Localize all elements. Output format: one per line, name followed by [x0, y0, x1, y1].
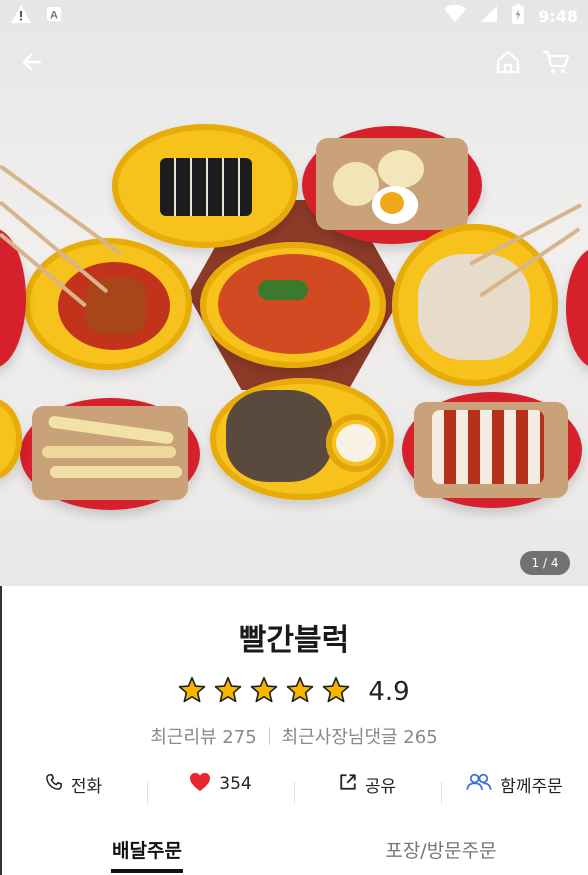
- store-name: 빨간블럭: [238, 623, 350, 658]
- tab-delivery-label: 배달주문: [112, 840, 182, 862]
- star-icon: [214, 676, 242, 708]
- phone-icon: [45, 773, 63, 796]
- star-icon: [250, 676, 278, 708]
- signal-icon: [480, 5, 498, 27]
- warning-icon: [10, 4, 32, 28]
- star-icon: [286, 676, 314, 708]
- tab-pickup[interactable]: 포장/방문주문: [294, 820, 588, 875]
- rating-row: 4.9: [0, 672, 588, 712]
- back-arrow-icon: [20, 50, 44, 78]
- star-icon: [322, 676, 350, 708]
- back-button[interactable]: [12, 44, 52, 84]
- image-page-counter: 1 / 4: [520, 551, 570, 575]
- action-bar: 전화 354 공유 함께주문: [0, 762, 588, 806]
- home-icon: [495, 49, 521, 79]
- divider: [268, 727, 270, 745]
- recent-reviews-link[interactable]: 최근리뷰 275: [150, 723, 256, 749]
- tab-delivery[interactable]: 배달주문: [0, 820, 294, 875]
- battery-icon: [512, 4, 525, 28]
- status-time: 9:48: [538, 6, 578, 26]
- app-notification-icon: A: [46, 6, 62, 26]
- store-hero-image[interactable]: A 9:48 1 / 4: [0, 0, 588, 586]
- cart-button[interactable]: [536, 44, 576, 84]
- cart-icon: [542, 49, 570, 79]
- wifi-icon: [444, 4, 467, 27]
- star-icon: [178, 676, 206, 708]
- rating-value: 4.9: [368, 677, 410, 707]
- review-stats: 최근리뷰 275 최근사장님댓글 265: [0, 722, 588, 750]
- top-navigation: [0, 44, 588, 84]
- order-type-tabs: 배달주문 포장/방문주문: [0, 820, 588, 875]
- heart-icon: [189, 772, 211, 797]
- like-button[interactable]: 354: [147, 772, 294, 804]
- svg-text:A: A: [50, 10, 58, 22]
- home-button[interactable]: [488, 44, 528, 84]
- call-button[interactable]: 전화: [0, 772, 147, 797]
- share-button[interactable]: 공유: [294, 772, 441, 804]
- like-count: 354: [219, 774, 252, 794]
- group-users-icon: [466, 773, 492, 796]
- tab-pickup-label: 포장/방문주문: [385, 840, 497, 862]
- call-label: 전화: [70, 776, 103, 797]
- food-photo: [0, 0, 588, 586]
- share-icon: [339, 773, 357, 796]
- share-label: 공유: [364, 776, 397, 797]
- owner-comments-link[interactable]: 최근사장님댓글 265: [282, 723, 438, 749]
- group-order-button[interactable]: 함께주문: [441, 772, 588, 804]
- group-order-label: 함께주문: [500, 776, 563, 797]
- active-tab-indicator: [111, 869, 183, 873]
- status-bar: A 9:48: [0, 0, 588, 32]
